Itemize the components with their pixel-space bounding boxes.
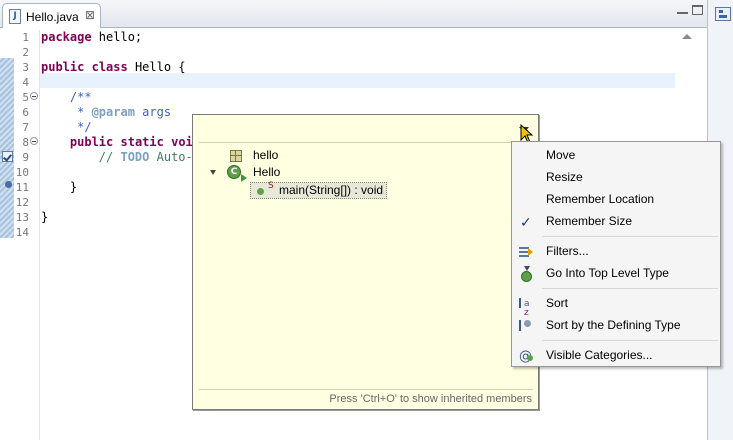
keyword-public: public xyxy=(69,135,114,149)
tab-close-icon[interactable]: ⊠ xyxy=(85,8,95,22)
divider xyxy=(199,389,533,390)
code-line-5: /** xyxy=(41,90,92,104)
keyword-class: class xyxy=(91,60,128,74)
tab-title: Hello.java xyxy=(26,10,79,24)
tree-item-method-selected[interactable]: S main(String[]) : void xyxy=(250,181,387,199)
menu-separator xyxy=(542,236,718,237)
menu-item-go-into-top-level-type[interactable]: Go Into Top Level Type xyxy=(512,262,720,284)
line-number: 5 xyxy=(22,91,29,104)
sort-alpha-icon xyxy=(518,293,533,324)
menu-item-sort[interactable]: Sort xyxy=(512,292,720,324)
quick-outline-popup: hello C Hello S main(String[]) : void Pr… xyxy=(192,114,539,410)
menu-item-move[interactable]: Move xyxy=(512,144,720,166)
javadoc-tag: @param xyxy=(91,105,135,119)
package-icon xyxy=(230,150,242,162)
checkmark-icon: ✓ xyxy=(520,215,532,231)
keyword-package: package xyxy=(41,30,92,44)
tree-expand-icon[interactable] xyxy=(210,170,216,175)
divider xyxy=(199,142,533,143)
task-marker-icon[interactable] xyxy=(2,151,13,162)
javadoc-text: * xyxy=(41,105,92,119)
static-badge: S xyxy=(268,181,274,191)
quick-outline-view-menu: Move Resize Remember Location ✓ Remember… xyxy=(511,141,721,368)
scroll-up-arrow-icon[interactable] xyxy=(682,34,692,39)
menu-item-remember-location[interactable]: Remember Location xyxy=(512,188,720,210)
menu-item-label: Remember Location xyxy=(546,192,655,206)
menu-item-remember-size[interactable]: ✓ Remember Size xyxy=(512,210,720,232)
line-number: 2 xyxy=(22,46,29,59)
method-label: main(String[]) : void xyxy=(279,183,384,197)
gutter-separator xyxy=(39,30,40,440)
code-line-7: */ xyxy=(41,120,92,134)
runnable-overlay-icon xyxy=(241,174,247,182)
line-number: 9 xyxy=(22,151,29,164)
code-text: hello; xyxy=(91,30,143,44)
tab-hello-java[interactable]: J Hello.java ⊠ xyxy=(2,3,101,29)
line-number: 3 xyxy=(22,61,29,74)
line-number: 13 xyxy=(15,211,29,224)
line-number: 11 xyxy=(15,181,29,194)
menu-item-sort-by-defining-type[interactable]: Sort by the Defining Type xyxy=(512,314,720,336)
public-method-icon xyxy=(257,188,264,195)
code-line-9: // TODO Auto-g xyxy=(41,150,200,165)
comment-text: // xyxy=(98,150,121,164)
menu-item-label: Resize xyxy=(546,170,583,184)
menu-item-label: Sort xyxy=(546,296,569,310)
code-line-13: } xyxy=(41,210,49,224)
code-line-3: public class Hello { xyxy=(41,60,186,75)
editor-tab-bar: J Hello.java ⊠ xyxy=(0,0,707,29)
keyword-void: voi xyxy=(171,135,193,149)
line-number: 6 xyxy=(22,106,29,119)
breakpoint-marker-icon[interactable] xyxy=(5,181,12,188)
line-number: 12 xyxy=(15,196,29,209)
current-line-highlight xyxy=(40,73,675,88)
menu-item-label: Filters... xyxy=(546,244,589,258)
visible-categories-icon xyxy=(518,346,533,368)
menu-item-resize[interactable]: Resize xyxy=(512,166,720,188)
change-ruler-marks xyxy=(0,58,14,238)
minimize-icon[interactable] xyxy=(677,4,688,14)
go-into-icon xyxy=(518,266,533,282)
tree-item-class[interactable]: Hello xyxy=(253,164,280,181)
line-number: 7 xyxy=(22,121,29,134)
menu-separator xyxy=(542,340,718,341)
code-text: Hello { xyxy=(127,60,186,74)
maximize-icon[interactable] xyxy=(692,5,703,15)
menu-item-label: Move xyxy=(546,148,576,162)
menu-item-label: Go Into Top Level Type xyxy=(546,266,669,280)
menu-item-label: Visible Categories... xyxy=(546,348,653,362)
sort-defining-type-icon xyxy=(518,318,533,333)
code-line-8: public static voi xyxy=(41,135,193,150)
menu-item-visible-categories[interactable]: Visible Categories... xyxy=(512,344,720,368)
line-number: 14 xyxy=(15,226,29,239)
line-number: 4 xyxy=(22,76,29,89)
outline-view-icon[interactable] xyxy=(715,7,731,21)
menu-item-label: Remember Size xyxy=(546,214,633,228)
line-number: 10 xyxy=(15,166,29,179)
line-number-gutter: 1 2 3 4 5 6 7 8 9 10 11 12 13 14 xyxy=(14,30,40,440)
java-file-icon: J xyxy=(9,9,21,24)
tree-item-package[interactable]: hello xyxy=(253,147,278,164)
outline-filter-input[interactable] xyxy=(199,121,511,143)
menu-item-label: Sort by the Defining Type xyxy=(546,318,681,332)
line-number: 8 xyxy=(22,136,29,149)
line-number: 1 xyxy=(22,31,29,44)
fold-collapse-icon[interactable] xyxy=(30,137,38,145)
code-line-1: package hello; xyxy=(41,30,142,45)
keyword-static: static xyxy=(120,135,164,149)
code-line-11: } xyxy=(41,180,78,194)
code-line-6: * @param args xyxy=(41,105,171,120)
fold-collapse-icon[interactable] xyxy=(30,92,38,100)
todo-tag: TODO xyxy=(120,150,150,164)
status-hint: Press 'Ctrl+O' to show inherited members xyxy=(329,393,532,405)
menu-item-filters[interactable]: Filters... xyxy=(512,240,720,262)
menu-separator xyxy=(542,288,718,289)
filter-icon xyxy=(518,244,533,259)
javadoc-text: args xyxy=(134,105,172,119)
keyword-public: public xyxy=(41,60,85,74)
class-icon: C xyxy=(227,165,241,179)
